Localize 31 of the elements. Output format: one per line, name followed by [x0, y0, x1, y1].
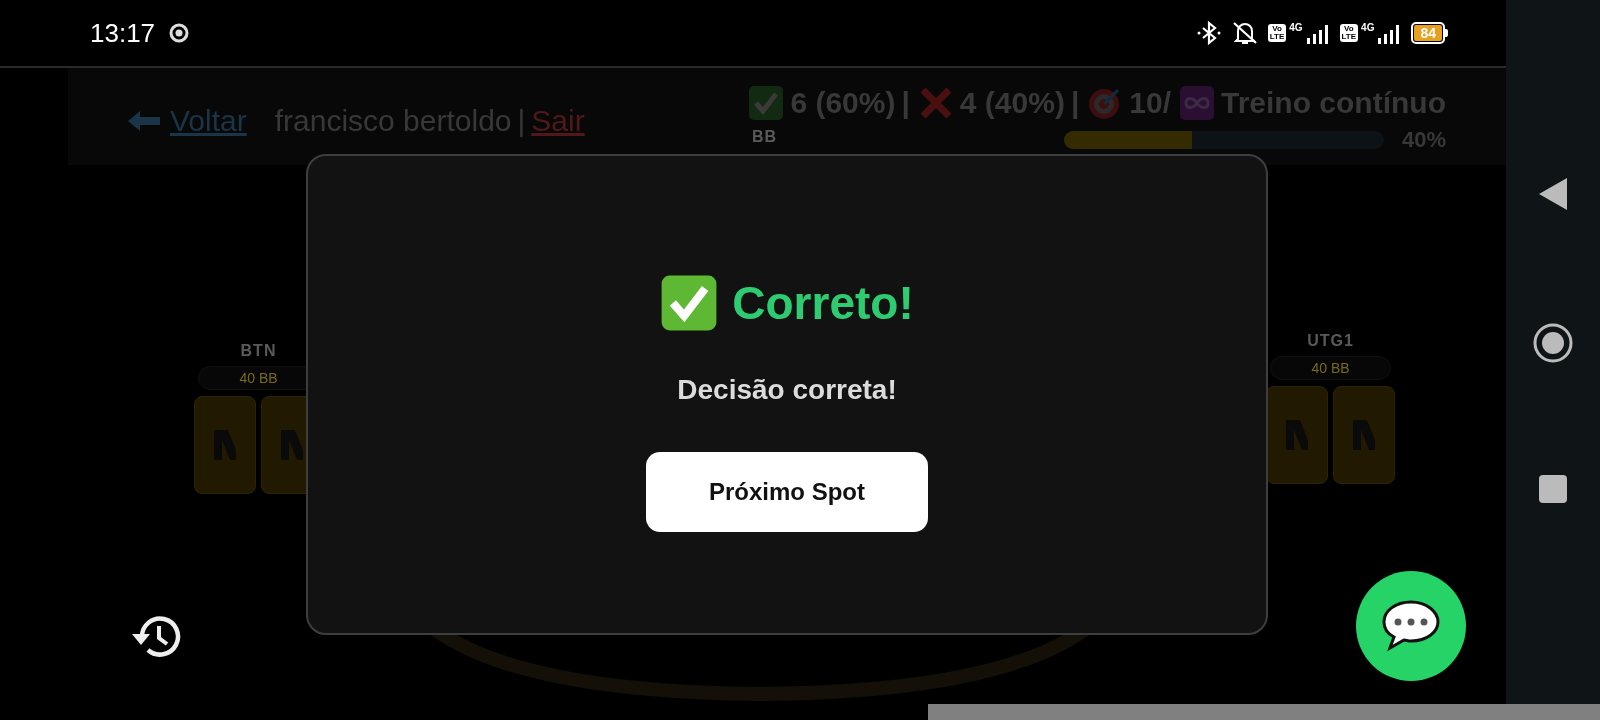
clock-time: 13:17: [90, 17, 156, 49]
seat-position: UTG1: [1307, 332, 1354, 350]
logo-icon: [1286, 420, 1308, 450]
back-link[interactable]: Voltar: [128, 103, 247, 138]
separator-text: |: [901, 85, 910, 120]
bluetooth-icon: [1195, 20, 1222, 46]
back-icon[interactable]: [1537, 176, 1569, 212]
check-mark-icon: [660, 274, 719, 332]
infinity-icon: [1179, 84, 1215, 121]
separator-text: |: [517, 103, 526, 138]
logo-icon: [281, 430, 303, 460]
check-mark-icon: [748, 84, 785, 121]
seat-position: BTN: [240, 342, 277, 360]
logo-icon: [214, 430, 236, 460]
volte-badge: Vo LTE: [1339, 24, 1359, 42]
home-icon[interactable]: [1532, 322, 1574, 364]
volte-badge: Vo LTE: [1267, 24, 1287, 42]
seat-position: BB: [752, 128, 778, 146]
dialog-title: Correto!: [732, 276, 914, 330]
logo-icon: [1353, 420, 1375, 450]
speech-bubble-icon: [1380, 598, 1442, 654]
network-type: 4G: [1361, 22, 1375, 33]
network-type: 4G: [1289, 22, 1303, 33]
next-spot-button[interactable]: Próximo Spot: [646, 452, 928, 532]
stack-pill: 40 BB: [1270, 356, 1391, 380]
dialog-message: Decisão correta!: [677, 374, 897, 406]
battery-icon: 84: [1411, 22, 1448, 44]
separator-text: |: [1070, 85, 1080, 120]
recents-icon[interactable]: [1538, 474, 1568, 504]
logout-link[interactable]: Sair: [531, 103, 585, 138]
left-arrow-icon: [128, 109, 162, 132]
